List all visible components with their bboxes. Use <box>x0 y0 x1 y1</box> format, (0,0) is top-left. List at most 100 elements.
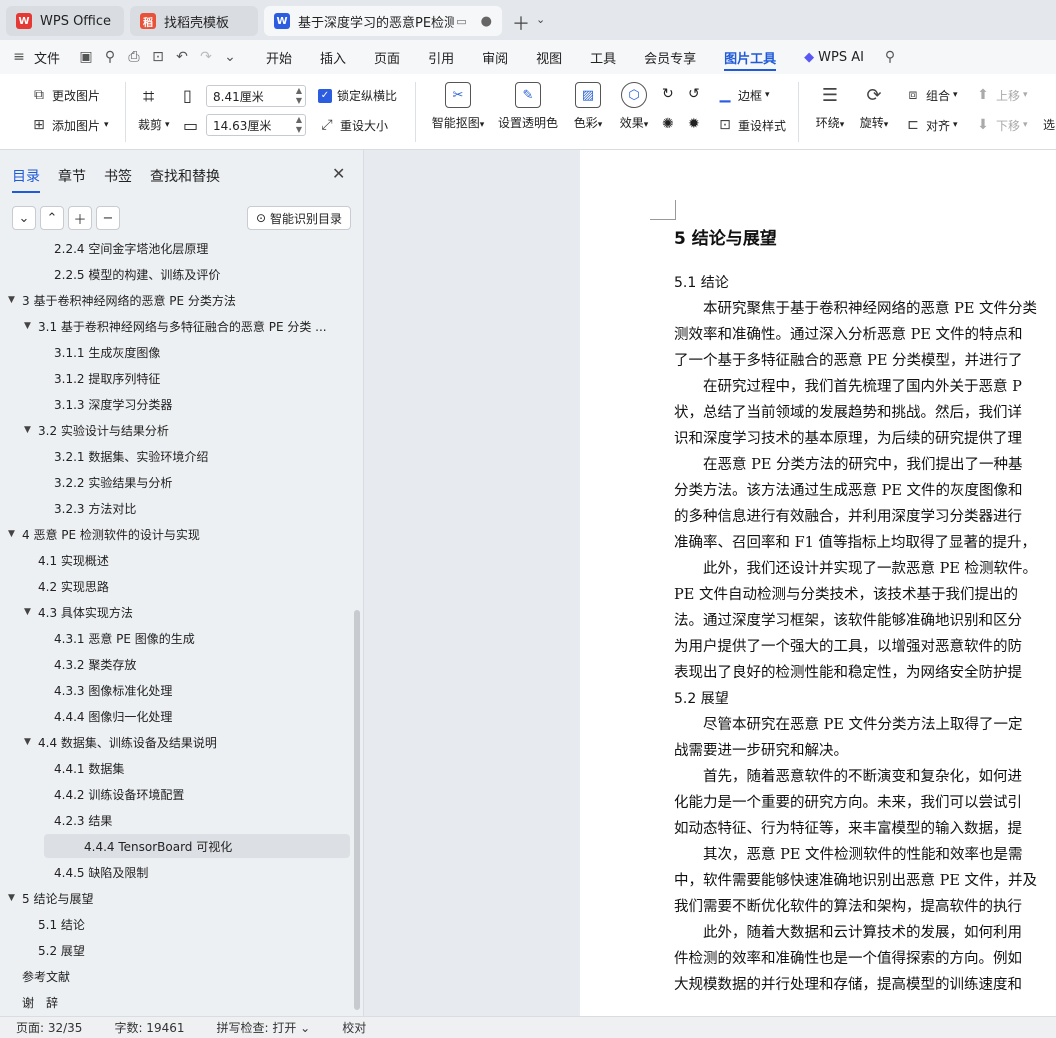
reset-style-button[interactable]: ⊡ 重设样式 <box>716 116 786 134</box>
toc-item[interactable]: 4.3.3 图像标准化处理 <box>40 678 172 702</box>
rotate-button[interactable]: ⟳ 旋转▾ <box>844 82 904 131</box>
toc-item[interactable]: 谢 辞 <box>8 990 58 1014</box>
crop-button[interactable]: 裁剪 ▾ <box>138 116 170 133</box>
toc-item[interactable]: ▼ 5 结论与展望 <box>8 886 93 910</box>
toc-item[interactable]: ▼ 4.4 数据集、训练设备及结果说明 <box>24 730 217 754</box>
menu-member[interactable]: 会员专享 <box>630 40 710 74</box>
toc-item[interactable]: ▼ 3 基于卷积神经网络的恶意 PE 分类方法 <box>8 288 236 312</box>
change-picture-button[interactable]: ⧉ 更改图片 <box>30 86 100 104</box>
toc-item[interactable]: 4.2 实现思路 <box>24 574 109 598</box>
toc-item[interactable]: 4.4.4 TensorBoard 可视化 <box>44 834 350 858</box>
toc-item[interactable]: 4.2.3 结果 <box>40 808 112 832</box>
toc-item[interactable]: 5.1 结论 <box>24 912 85 936</box>
print-preview-icon[interactable]: ⊡ <box>146 40 170 74</box>
toc-item[interactable]: ▼ 4.3 具体实现方法 <box>24 600 133 624</box>
menu-start[interactable]: 开始 <box>252 40 306 74</box>
share-icon[interactable]: ⚲ <box>98 40 122 74</box>
height-input[interactable]: 14.63厘米 ▲ ▼ <box>206 114 306 136</box>
tab-wps-office[interactable]: W WPS Office <box>6 6 124 36</box>
spell-check[interactable]: 拼写检查: 打开 ⌄ <box>201 1019 327 1036</box>
print-icon[interactable]: ⎙ <box>122 40 146 74</box>
tab-bookmarks[interactable]: 书签 <box>104 166 132 186</box>
select-button[interactable]: 选 <box>1043 116 1055 133</box>
menu-file[interactable]: 文件 <box>30 40 74 74</box>
search-icon[interactable]: ⚲ <box>878 40 902 74</box>
add-picture-button[interactable]: ⊞ 添加图片 ▾ <box>30 116 108 134</box>
toc-item[interactable]: 3.1.3 深度学习分类器 <box>40 392 172 416</box>
toc-item[interactable]: ▼ 3.1 基于卷积神经网络与多特征融合的恶意 PE 分类 ... <box>24 314 327 338</box>
toc-item[interactable]: 4.4.4 图像归一化处理 <box>40 704 172 728</box>
toc-item[interactable]: 3.2.2 实验结果与分析 <box>40 470 172 494</box>
bring-forward-button[interactable]: ⬆ 上移 ▾ <box>974 86 1027 104</box>
close-icon[interactable]: ✕ <box>332 164 345 183</box>
hamburger-icon[interactable]: ≡ <box>8 40 30 74</box>
menu-wps-ai[interactable]: ◆ WPS AI <box>790 40 878 74</box>
toc-item[interactable]: 5.2 展望 <box>24 938 85 962</box>
chevron-down-icon[interactable]: ⌄ <box>536 13 545 26</box>
save-icon[interactable]: ▣ <box>74 40 98 74</box>
tab-toc[interactable]: 目录 <box>12 166 40 193</box>
toc-item[interactable]: 参考文献 <box>8 964 70 988</box>
tab-chapters[interactable]: 章节 <box>58 166 86 186</box>
tab-document[interactable]: W 基于深度学习的恶意PE检测软 ▭ ● <box>264 6 502 36</box>
align-button[interactable]: ⊏ 对齐 ▾ <box>904 116 957 134</box>
rotate-right-icon[interactable]: ↺ <box>688 86 700 102</box>
border-button[interactable]: ▁ 边框 ▾ <box>716 86 770 104</box>
spinner-icon[interactable]: ▲ ▼ <box>296 86 302 106</box>
brightness-up-icon[interactable]: ✺ <box>662 116 674 132</box>
toc-item[interactable]: 4.3.1 恶意 PE 图像的生成 <box>40 626 195 650</box>
menu-page[interactable]: 页面 <box>360 40 414 74</box>
document-page[interactable]: 5 结论与展望 5.1 结论 本研究聚焦于基于卷积神经网络的恶意 PE 文件分类测… <box>580 150 1056 1016</box>
menu-reference[interactable]: 引用 <box>414 40 468 74</box>
add-icon[interactable]: ＋ <box>68 206 92 230</box>
page-count[interactable]: 页面: 32/35 <box>0 1019 98 1036</box>
width-input[interactable]: 8.41厘米 ▲ ▼ <box>206 85 306 107</box>
send-backward-button[interactable]: ⬇ 下移 ▾ <box>974 116 1027 134</box>
expand-triangle-icon[interactable]: ▼ <box>24 425 38 435</box>
remove-icon[interactable]: − <box>96 206 120 230</box>
toc-item[interactable]: 4.4.2 训练设备环境配置 <box>40 782 184 806</box>
scrollbar[interactable] <box>354 610 360 1010</box>
toc-item[interactable]: 2.2.4 空间金字塔池化层原理 <box>40 236 208 260</box>
effect-button[interactable]: ⬡ 效果▾ <box>604 82 664 131</box>
menu-insert[interactable]: 插入 <box>306 40 360 74</box>
expand-triangle-icon[interactable]: ▼ <box>24 321 38 331</box>
toc-item[interactable]: 3.1.2 提取序列特征 <box>40 366 160 390</box>
crop-icon[interactable]: ⌗ <box>143 84 154 108</box>
rotate-left-icon[interactable]: ↻ <box>662 86 674 102</box>
undo-icon[interactable]: ↶ <box>170 40 194 74</box>
spinner-icon[interactable]: ▲ ▼ <box>296 115 302 135</box>
resize-button[interactable]: ⤢ 重设大小 <box>318 116 388 134</box>
brightness-down-icon[interactable]: ✹ <box>688 116 700 132</box>
smart-toc-button[interactable]: ⊙ 智能识别目录 <box>247 206 351 230</box>
menu-review[interactable]: 审阅 <box>468 40 522 74</box>
new-tab-icon[interactable]: ＋ <box>512 10 530 36</box>
toc-item[interactable]: 4.1 实现概述 <box>24 548 109 572</box>
toc-item[interactable]: 3.1.1 生成灰度图像 <box>40 340 160 364</box>
toc-item[interactable]: 4.3.2 聚类存放 <box>40 652 136 676</box>
tab-find-replace[interactable]: 查找和替换 <box>150 166 220 186</box>
redo-icon[interactable]: ↷ <box>194 40 218 74</box>
group-button[interactable]: ⧈ 组合 ▾ <box>904 86 958 104</box>
expand-triangle-icon[interactable]: ▼ <box>8 893 22 903</box>
proofread[interactable]: 校对 <box>326 1019 382 1036</box>
toc-item[interactable]: 3.2.1 数据集、实验环境介绍 <box>40 444 208 468</box>
tab-dot-icon[interactable]: ● <box>481 14 492 29</box>
toc-item[interactable]: 4.4.5 缺陷及限制 <box>40 860 148 884</box>
toc-item[interactable]: 2.2.5 模型的构建、训练及评价 <box>40 262 220 286</box>
menu-tools[interactable]: 工具 <box>576 40 630 74</box>
toc-item[interactable]: 3.2.3 方法对比 <box>40 496 136 520</box>
expand-triangle-icon[interactable]: ▼ <box>8 529 22 539</box>
toc-item[interactable]: ▼ 3.2 实验设计与结果分析 <box>24 418 169 442</box>
smart-cutout-button[interactable]: ✂ 智能抠图▾ <box>428 82 488 131</box>
toc-item[interactable]: 4.4.1 数据集 <box>40 756 124 780</box>
expand-triangle-icon[interactable]: ▼ <box>24 737 38 747</box>
toc-item[interactable]: ▼ 4 恶意 PE 检测软件的设计与实现 <box>8 522 200 546</box>
expand-down-icon[interactable]: ⌄ <box>12 206 36 230</box>
expand-triangle-icon[interactable]: ▼ <box>24 607 38 617</box>
tab-template[interactable]: 稻 找稻壳模板 <box>130 6 258 36</box>
menu-view[interactable]: 视图 <box>522 40 576 74</box>
set-transparent-button[interactable]: ✎ 设置透明色 <box>498 82 558 131</box>
menu-picture-tools[interactable]: 图片工具 <box>710 40 790 74</box>
lock-ratio-checkbox[interactable]: ✓ 锁定纵横比 <box>318 87 397 104</box>
